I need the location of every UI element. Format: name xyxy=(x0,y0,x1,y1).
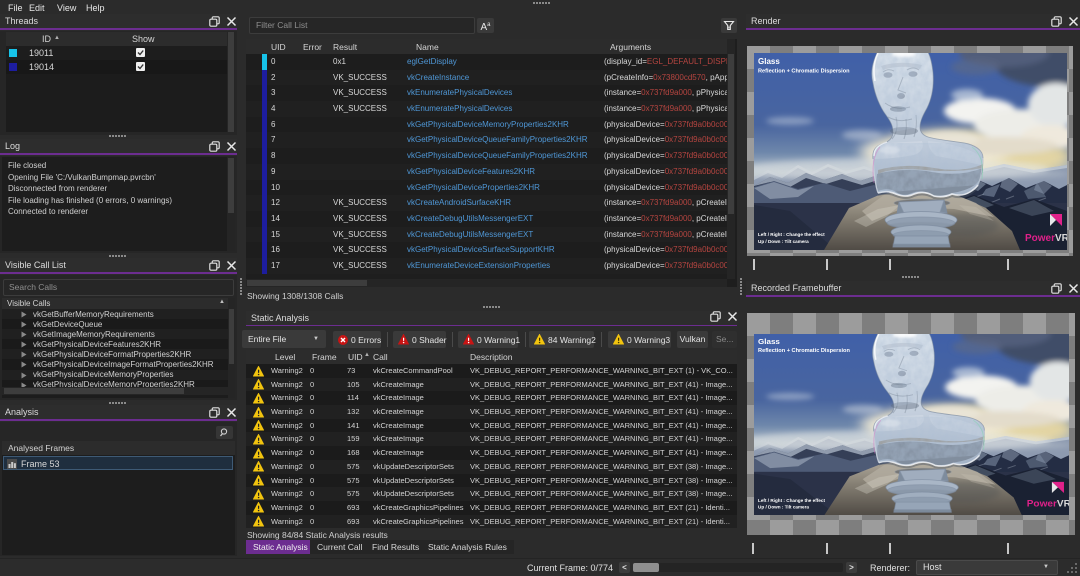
svg-text:Glass: Glass xyxy=(758,337,780,346)
svg-text:Up / Down : Tilt camera: Up / Down : Tilt camera xyxy=(758,505,810,510)
svg-text:Glass: Glass xyxy=(758,57,780,66)
svg-text:Left / Right : Change the effe: Left / Right : Change the effect xyxy=(758,232,825,237)
svg-text:Reflection + Chromatic Dispers: Reflection + Chromatic Dispersion xyxy=(758,348,850,354)
svg-text:Reflection + Chromatic Dispers: Reflection + Chromatic Dispersion xyxy=(758,69,850,75)
svg-text:PowerVR: PowerVR xyxy=(1025,233,1067,244)
svg-text:Left / Right : Change the effe: Left / Right : Change the effect xyxy=(758,498,826,503)
svg-text:Up / Down : Tilt camera: Up / Down : Tilt camera xyxy=(758,239,809,244)
svg-text:PowerVR: PowerVR xyxy=(1027,499,1069,509)
